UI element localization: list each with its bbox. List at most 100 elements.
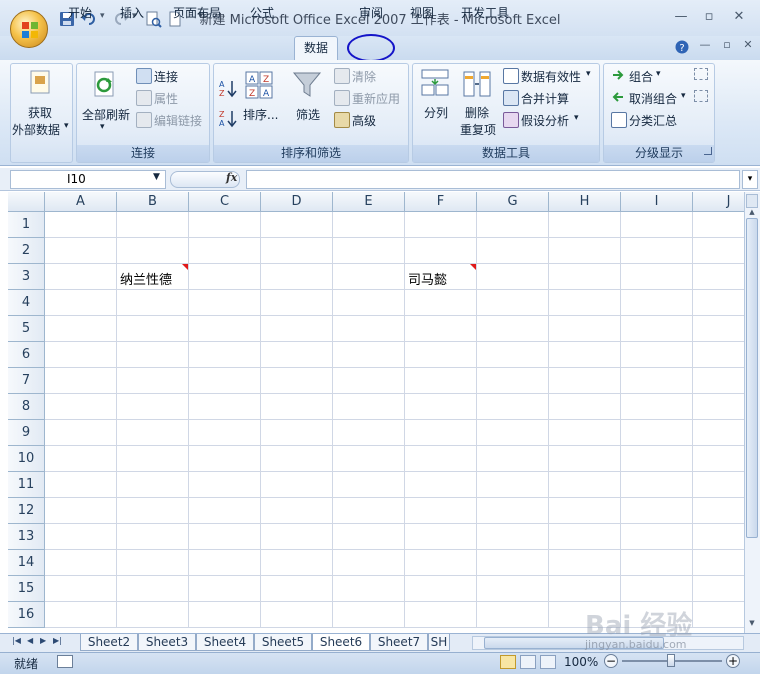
sheet-tab-sheet2[interactable]: Sheet2 [80,634,138,651]
consolidate-icon[interactable] [503,90,519,106]
tab-home[interactable]: 开始 [60,3,100,24]
next-sheet-icon[interactable]: ▶ [40,636,46,645]
macro-record-icon[interactable] [57,655,73,668]
zoom-level[interactable]: 100% [564,655,598,669]
group-button[interactable]: 组合 [629,68,653,85]
column-header-g[interactable]: G [477,192,549,212]
remove-duplicates-icon[interactable] [462,70,492,100]
clear-button[interactable]: 清除 [352,68,376,85]
row-header-12[interactable]: 12 [8,498,45,524]
zoom-slider-thumb[interactable] [667,654,675,667]
sheet-tab-sheet7[interactable]: Sheet7 [370,634,428,651]
sort-ascending-icon[interactable]: AZ [218,78,238,98]
normal-view-icon[interactable] [500,655,516,669]
help-icon[interactable]: ? [675,40,689,54]
row-header-1[interactable]: 1 [8,212,45,238]
row-header-11[interactable]: 11 [8,472,45,498]
properties-button[interactable]: 属性 [154,90,178,107]
formula-input[interactable] [246,170,740,189]
office-button[interactable] [10,10,48,48]
restore-icon[interactable]: ▫ [698,9,720,27]
filter-funnel-icon[interactable] [292,70,322,100]
row-header-2[interactable]: 2 [8,238,45,264]
column-header-b[interactable]: B [117,192,189,212]
workbook-close-icon[interactable]: ✕ [737,38,759,56]
data-validation-icon[interactable] [503,68,519,84]
sort-descending-icon[interactable]: ZA [218,108,238,128]
page-break-view-icon[interactable] [540,655,556,669]
row-header-5[interactable]: 5 [8,316,45,342]
consolidate-button[interactable]: 合并计算 [521,90,569,107]
workbook-minimize-icon[interactable]: — [694,38,716,56]
database-icon[interactable] [26,68,56,98]
edit-links-button[interactable]: 编辑链接 [154,112,202,129]
row-header-15[interactable]: 15 [8,576,45,602]
insert-function-icon[interactable]: fx [226,171,237,184]
first-sheet-icon[interactable]: |◀ [12,636,21,645]
row-header-6[interactable]: 6 [8,342,45,368]
ungroup-arrow-icon[interactable] [611,90,625,104]
name-box[interactable]: I10 [10,170,166,189]
sort-button[interactable]: 排序... [243,106,278,123]
column-header-h[interactable]: H [549,192,621,212]
outline-dialog-launcher-icon[interactable] [704,147,712,155]
remove-duplicates-label-1[interactable]: 删除 [465,104,489,121]
remove-duplicates-label-2[interactable]: 重复项 [460,121,496,138]
select-all-corner[interactable] [8,192,45,212]
vertical-scroll-thumb[interactable] [746,218,758,538]
cell-f3[interactable]: 司马懿 [408,269,447,288]
column-header-j[interactable]: J [693,192,744,212]
tab-view[interactable]: 视图 [402,3,442,24]
text-to-columns-icon[interactable] [420,68,450,98]
zoom-out-icon[interactable]: − [604,654,618,668]
reapply-button[interactable]: 重新应用 [352,90,400,107]
refresh-all-icon[interactable] [90,70,120,100]
group-arrow-icon[interactable] [611,68,625,82]
column-header-f[interactable]: F [405,192,477,212]
column-header-e[interactable]: E [333,192,405,212]
name-box-dropdown-icon[interactable]: ▼ [153,172,160,182]
tab-formulas[interactable]: 公式 [240,3,284,24]
subtotal-button[interactable]: 分类汇总 [629,112,677,129]
data-validation-button[interactable]: 数据有效性 [521,68,581,85]
close-icon[interactable]: ✕ [728,9,750,27]
worksheet-grid[interactable]: A B C D E F G H I J 1 2 3 4 5 6 7 8 9 10 11 12 13 14 15 16 纳兰性德 司马懿 [8,192,744,633]
get-external-dropdown-icon[interactable]: ▾ [64,121,69,131]
row-header-14[interactable]: 14 [8,550,45,576]
prev-sheet-icon[interactable]: ◀ [27,636,33,645]
show-detail-icon[interactable] [694,68,708,80]
tab-review[interactable]: 审阅 [350,3,392,24]
sort-dialog-icon[interactable]: A ZZ A [244,70,274,100]
workbook-restore-icon[interactable]: ▫ [716,38,738,56]
last-sheet-icon[interactable]: ▶| [53,636,62,645]
refresh-all-label[interactable]: 全部刷新 [82,106,130,123]
subtotal-icon[interactable] [611,112,627,128]
column-header-c[interactable]: C [189,192,261,212]
sheet-tab-sh[interactable]: SH [428,634,450,651]
column-header-a[interactable]: A [45,192,117,212]
zoom-in-icon[interactable]: + [726,654,740,668]
row-header-3[interactable]: 3 [8,264,45,290]
comment-indicator-icon[interactable] [182,264,188,270]
expand-formula-bar-icon[interactable]: ▾ [742,170,758,189]
tab-page-layout[interactable]: 页面布局 [166,3,228,24]
page-layout-view-icon[interactable] [520,655,536,669]
sheet-tab-sheet3[interactable]: Sheet3 [138,634,196,651]
text-to-columns-button[interactable]: 分列 [424,104,448,121]
get-external-label-2[interactable]: 外部数据 [12,121,60,138]
ungroup-dropdown-icon[interactable]: ▾ [681,91,686,101]
what-if-dropdown-icon[interactable]: ▾ [574,113,579,123]
split-box[interactable] [746,194,758,208]
hide-detail-icon[interactable] [694,90,708,102]
filter-button[interactable]: 筛选 [296,106,320,123]
row-header-10[interactable]: 10 [8,446,45,472]
get-external-label-1[interactable]: 获取 [28,104,52,121]
ungroup-button[interactable]: 取消组合 [629,90,677,107]
sheet-tab-sheet6[interactable]: Sheet6 [312,634,370,651]
row-header-13[interactable]: 13 [8,524,45,550]
tab-developer[interactable]: 开发工具 [452,3,518,24]
sheet-tab-sheet4[interactable]: Sheet4 [196,634,254,651]
tab-insert[interactable]: 插入 [112,3,152,24]
comment-indicator-icon[interactable] [470,264,476,270]
row-header-16[interactable]: 16 [8,602,45,628]
